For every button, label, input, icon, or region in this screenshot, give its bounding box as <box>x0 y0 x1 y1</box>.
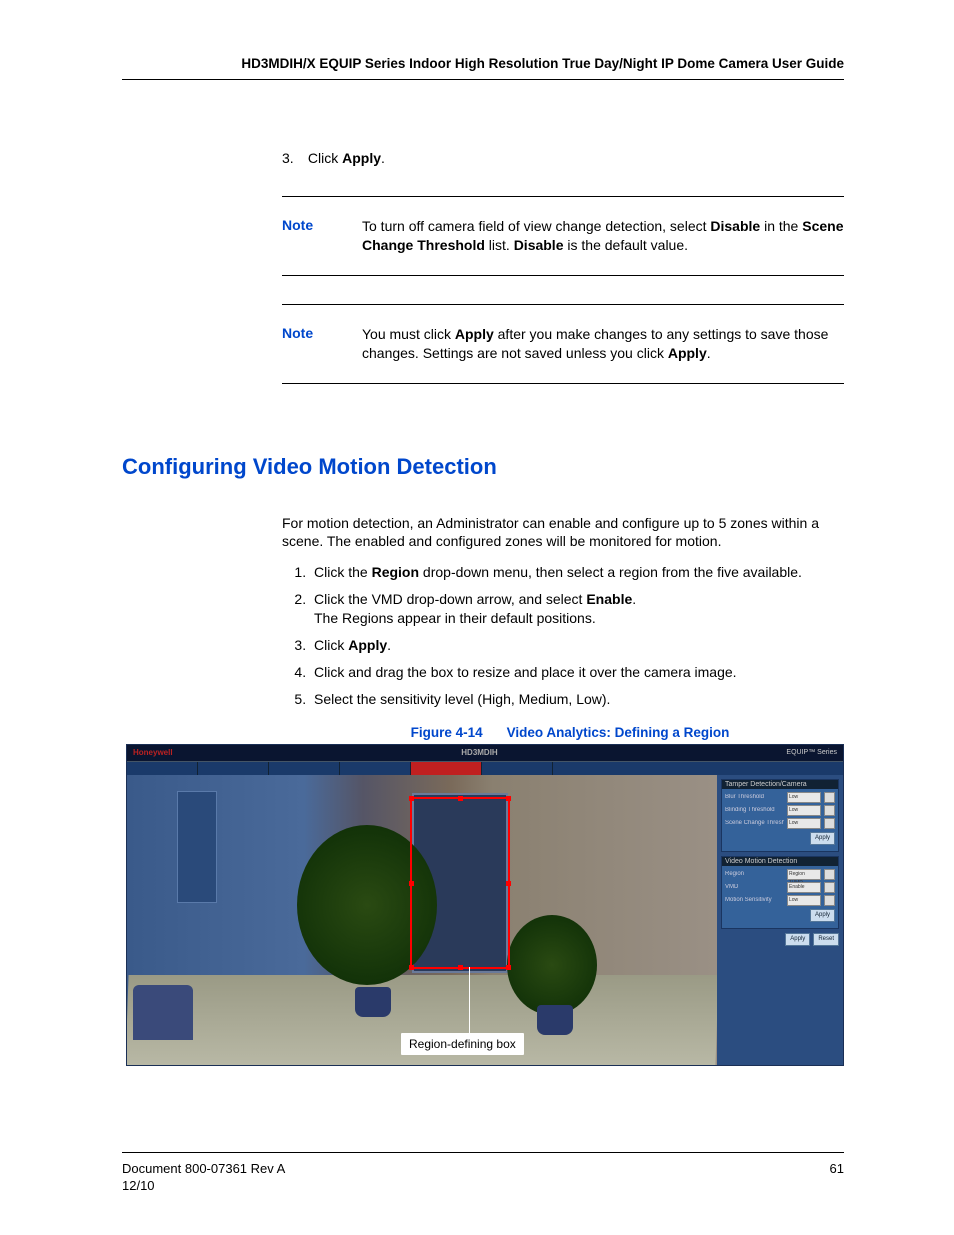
dropdown[interactable]: Low <box>787 818 821 829</box>
doc-id: Document 800-07361 Rev A <box>122 1161 285 1178</box>
reset-button[interactable]: Reset <box>813 933 839 946</box>
dropdown[interactable]: Low <box>787 895 821 906</box>
page-number: 61 <box>830 1161 844 1195</box>
section-heading: Configuring Video Motion Detection <box>122 454 844 480</box>
tab[interactable] <box>269 762 340 776</box>
chevron-down-icon[interactable] <box>824 882 835 893</box>
note-box-1: Note To turn off camera field of view ch… <box>282 196 844 276</box>
list-item: Click and drag the box to resize and pla… <box>310 663 844 682</box>
chevron-down-icon[interactable] <box>824 869 835 880</box>
apply-button[interactable]: Apply <box>810 909 835 922</box>
tab[interactable] <box>482 762 553 776</box>
settings-panel: Tamper Detection/Camera Blur ThresholdLo… <box>717 775 843 1065</box>
note-text: You must click Apply after you make chan… <box>362 325 844 363</box>
apply-button[interactable]: Apply <box>785 933 810 946</box>
app-titlebar: Honeywell HD3MDIH EQUIP™ Series <box>127 745 843 761</box>
dropdown[interactable]: Low <box>787 805 821 816</box>
panel-header: Video Motion Detection <box>722 857 838 866</box>
chevron-down-icon[interactable] <box>824 805 835 816</box>
list-item: Click Apply. <box>310 636 844 655</box>
intro-paragraph: For motion detection, an Administrator c… <box>282 514 844 552</box>
chevron-down-icon[interactable] <box>824 895 835 906</box>
figure-number: Figure 4-14 <box>411 725 483 740</box>
note-label: Note <box>282 217 362 255</box>
model-label: HD3MDIH <box>173 748 787 757</box>
list-item: Select the sensitivity level (High, Medi… <box>310 690 844 709</box>
note-text: To turn off camera field of view change … <box>362 217 844 255</box>
panel-header: Tamper Detection/Camera <box>722 780 838 789</box>
tab[interactable] <box>198 762 269 776</box>
brand-logo: Honeywell <box>133 748 173 757</box>
callout-line <box>469 967 470 1037</box>
region-defining-box[interactable] <box>410 797 510 969</box>
chair-icon <box>133 985 193 1040</box>
page-header: HD3MDIH/X EQUIP Series Indoor High Resol… <box>122 56 844 80</box>
callout-label: Region-defining box <box>401 1033 524 1055</box>
series-label: EQUIP™ Series <box>786 749 837 756</box>
panel-tamper-detection: Tamper Detection/Camera Blur ThresholdLo… <box>721 779 839 852</box>
camera-view: Region-defining box <box>127 775 717 1065</box>
list-item: Click the Region drop-down menu, then se… <box>310 563 844 582</box>
dropdown[interactable]: Low <box>787 792 821 803</box>
chevron-down-icon[interactable] <box>824 818 835 829</box>
step-number: 3. <box>282 150 304 166</box>
doc-date: 12/10 <box>122 1178 285 1195</box>
plant-icon <box>507 915 597 1015</box>
step-3: 3. Click Apply. <box>282 150 844 166</box>
dropdown[interactable]: Enable <box>787 882 821 893</box>
page-footer: Document 800-07361 Rev A 12/10 61 <box>122 1152 844 1195</box>
tab[interactable] <box>127 762 198 776</box>
tab-active[interactable] <box>411 762 482 776</box>
note-box-2: Note You must click Apply after you make… <box>282 304 844 384</box>
figure-screenshot: Honeywell HD3MDIH EQUIP™ Series <box>126 744 844 1066</box>
figure-caption: Figure 4-14 Video Analytics: Defining a R… <box>296 725 844 740</box>
dropdown[interactable]: Region 1VMD <box>787 869 821 880</box>
tab[interactable] <box>340 762 411 776</box>
note-label: Note <box>282 325 362 363</box>
list-item: Click the VMD drop-down arrow, and selec… <box>310 590 844 628</box>
apply-button[interactable]: Apply <box>810 832 835 845</box>
steps-list: Click the Region drop-down menu, then se… <box>282 563 844 708</box>
figure-title: Video Analytics: Defining a Region <box>507 725 730 740</box>
chevron-down-icon[interactable] <box>824 792 835 803</box>
panel-vmd: Video Motion Detection RegionRegion 1VMD… <box>721 856 839 929</box>
